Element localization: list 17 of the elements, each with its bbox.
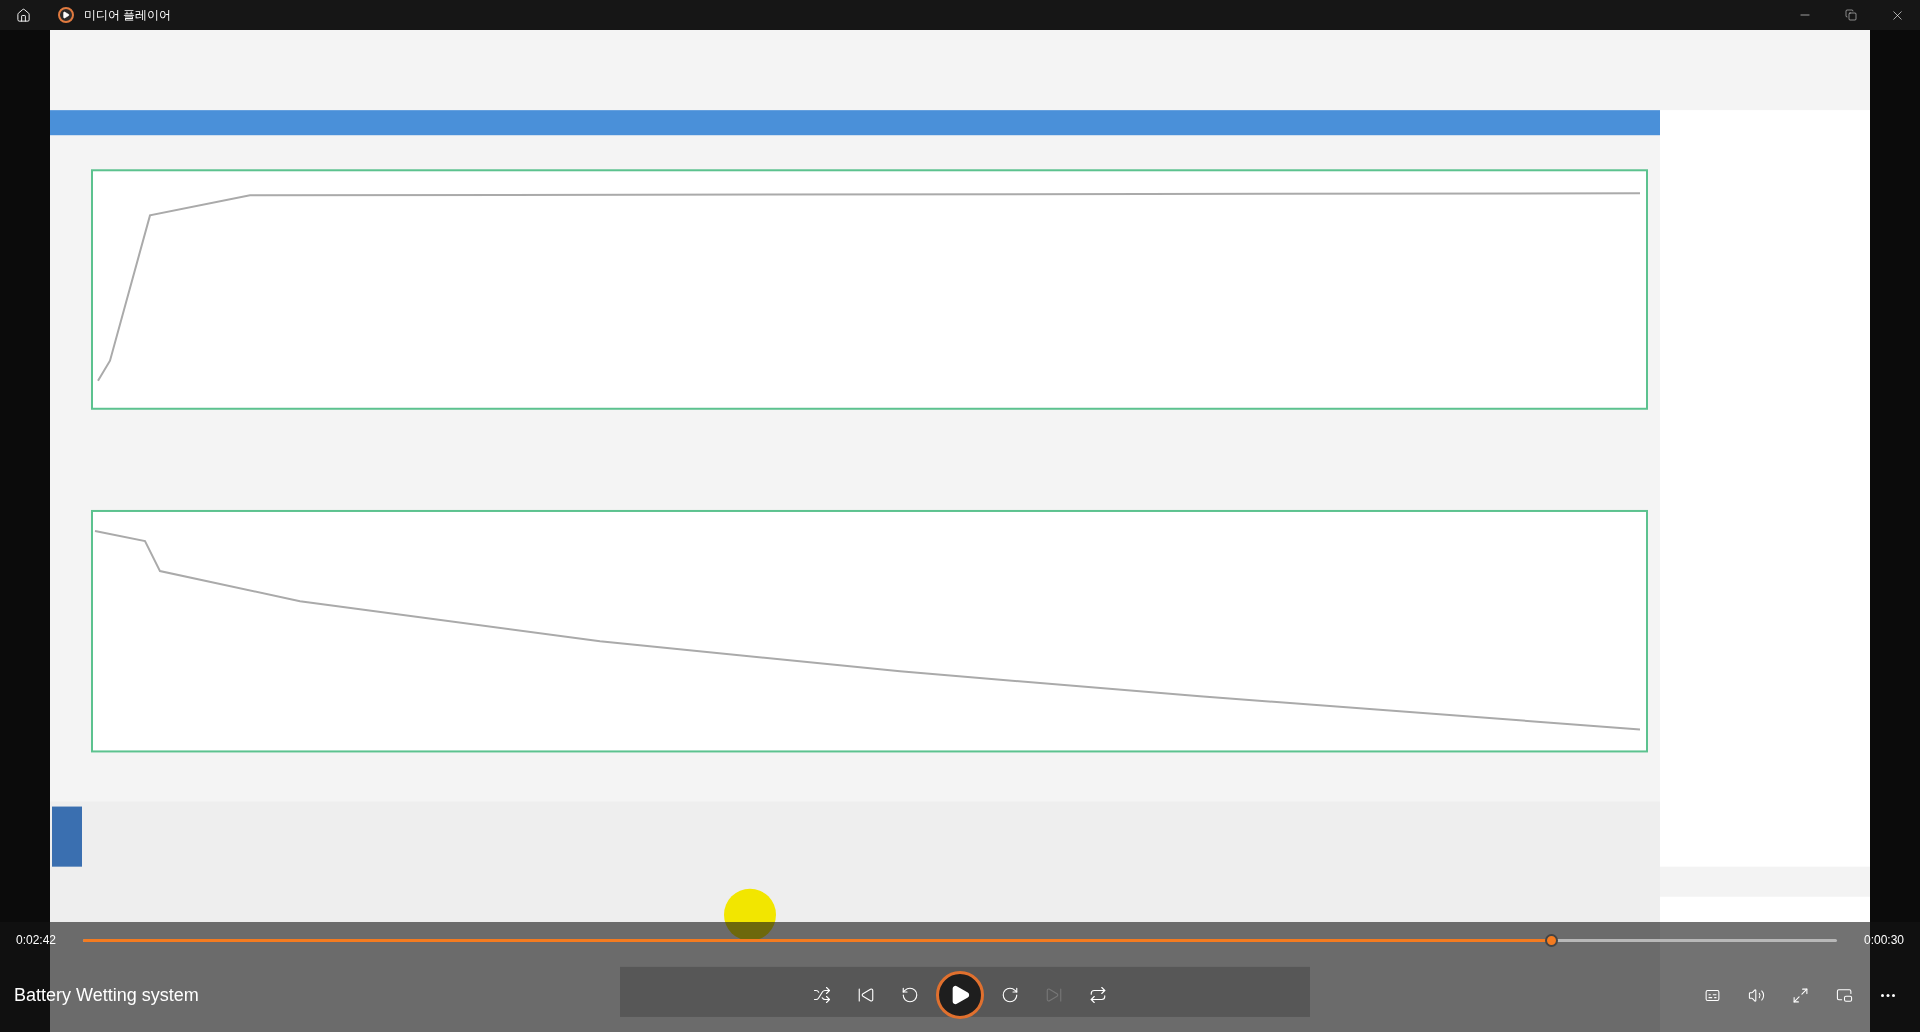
media-title: Battery Wetting system <box>14 983 199 1007</box>
repeat-icon <box>1089 986 1107 1004</box>
elapsed-time: 0:02:42 <box>16 932 58 949</box>
mini-player-icon <box>1835 986 1853 1004</box>
window-title: 미디어 플레이어 <box>84 7 172 24</box>
fullscreen-icon <box>1791 986 1809 1004</box>
next-icon <box>1045 986 1063 1004</box>
home-icon <box>15 7 31 23</box>
volume-icon <box>1747 986 1765 1004</box>
more-icon <box>1881 993 1895 997</box>
shuffle-icon <box>813 986 831 1004</box>
forward-icon <box>1001 986 1019 1004</box>
restore-icon <box>1845 9 1857 21</box>
rewind-icon <box>901 986 919 1004</box>
previous-icon <box>857 986 875 1004</box>
remaining-time: 0:00:30 <box>1862 932 1904 949</box>
play-icon <box>62 11 70 19</box>
